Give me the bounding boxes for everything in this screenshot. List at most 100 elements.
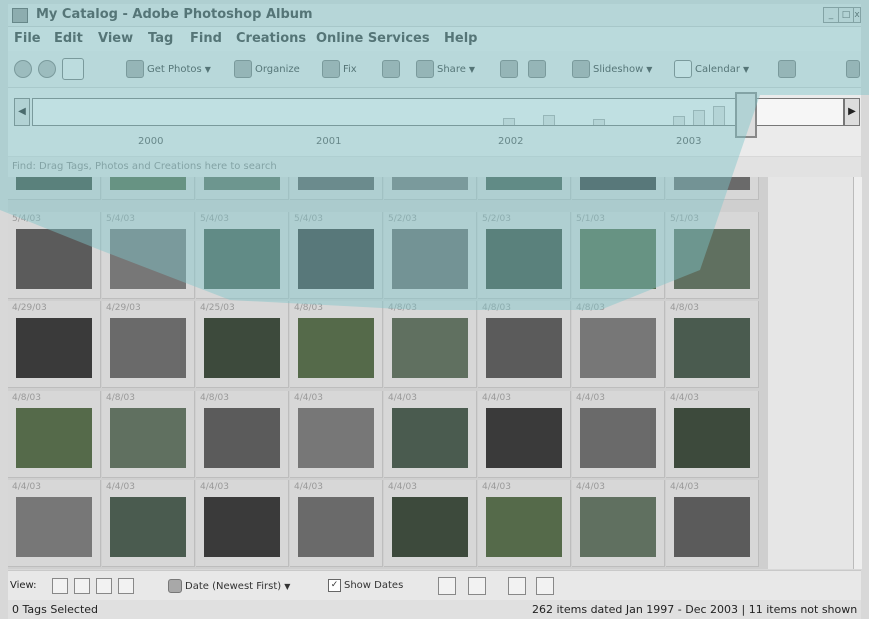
timeline-right-icon[interactable]: ▶	[844, 98, 860, 126]
photo-cell[interactable]: 4/29/03	[102, 301, 195, 388]
slideshow-button[interactable]: Slideshow ▼	[572, 60, 652, 78]
timeline-slider-handle[interactable]	[735, 92, 757, 138]
photo-cell[interactable]: 4/4/03	[102, 480, 195, 567]
share-button[interactable]: Share ▼	[416, 60, 475, 78]
print-preview-icon[interactable]	[500, 60, 518, 78]
menu-edit[interactable]: Edit	[54, 31, 83, 46]
view-large-thumbnails-icon[interactable]	[96, 578, 112, 594]
photo-cell[interactable]: 4/8/03	[572, 301, 665, 388]
photo-thumbnail[interactable]	[298, 229, 374, 289]
photo-thumbnail[interactable]	[298, 177, 374, 190]
sort-dropdown[interactable]: Date (Newest First) ▼	[168, 579, 290, 593]
menu-view[interactable]: View	[98, 31, 133, 46]
photo-cell[interactable]: 5/2/03	[384, 212, 477, 299]
find-bar[interactable]: Find: Drag Tags, Photos and Creations he…	[8, 157, 861, 177]
photo-cell[interactable]: 4/8/03	[196, 391, 289, 478]
photo-cell[interactable]: 4/4/03	[384, 480, 477, 567]
photo-cell[interactable]: 4/25/03	[196, 301, 289, 388]
photo-cell[interactable]	[478, 177, 571, 200]
menu-file[interactable]: File	[14, 31, 41, 46]
timeline-left-icon[interactable]: ◀	[14, 98, 30, 126]
photo-thumbnail[interactable]	[674, 497, 750, 557]
menu-creations[interactable]: Creations	[236, 31, 306, 46]
photo-cell[interactable]: 5/1/03	[666, 212, 759, 299]
photo-thumbnail[interactable]	[580, 229, 656, 289]
photo-thumbnail[interactable]	[16, 318, 92, 378]
photo-thumbnail[interactable]	[16, 229, 92, 289]
back-icon[interactable]	[14, 60, 32, 78]
menu-help[interactable]: Help	[444, 31, 477, 46]
photo-thumbnail[interactable]	[298, 318, 374, 378]
photo-cell[interactable]	[572, 177, 665, 200]
timeline[interactable]: ◀ ▶ 2000 2001 2002 2003	[8, 88, 861, 156]
photo-thumbnail[interactable]	[110, 408, 186, 468]
photo-cell[interactable]: 4/4/03	[478, 480, 571, 567]
fix-button[interactable]: Fix	[322, 60, 357, 78]
photo-thumbnail[interactable]	[580, 408, 656, 468]
photo-thumbnail[interactable]	[580, 497, 656, 557]
photo-thumbnail[interactable]	[580, 318, 656, 378]
photo-cell[interactable]	[666, 177, 759, 200]
photo-cell[interactable]: 4/29/03	[8, 301, 101, 388]
photo-thumbnail[interactable]	[16, 408, 92, 468]
photo-thumbnail[interactable]	[392, 177, 468, 190]
photo-cell[interactable]: 5/4/03	[8, 212, 101, 299]
photo-thumbnail[interactable]	[392, 408, 468, 468]
photo-thumbnail[interactable]	[392, 318, 468, 378]
menu-find[interactable]: Find	[190, 31, 222, 46]
photo-thumbnail[interactable]	[16, 177, 92, 190]
photo-cell[interactable]	[290, 177, 383, 200]
close-button[interactable]: x	[853, 7, 861, 23]
rotate-right-icon[interactable]	[468, 577, 486, 595]
view-small-thumbnails-icon[interactable]	[52, 578, 68, 594]
photo-cell[interactable]	[8, 177, 101, 200]
photo-thumbnail[interactable]	[674, 318, 750, 378]
photo-cell[interactable]: 4/4/03	[384, 391, 477, 478]
photo-cell[interactable]: 4/4/03	[572, 480, 665, 567]
photo-cell[interactable]: 4/8/03	[8, 391, 101, 478]
photo-cell[interactable]	[196, 177, 289, 200]
photo-thumbnail[interactable]	[204, 229, 280, 289]
photo-grid[interactable]: 5/4/03 5/4/03 5/4/03 5/4/03 5/2/03 5/2/03 5/1/…	[8, 177, 768, 569]
photo-cell[interactable]: 4/8/03	[384, 301, 477, 388]
photo-thumbnail[interactable]	[486, 497, 562, 557]
photo-thumbnail[interactable]	[674, 408, 750, 468]
photo-thumbnail[interactable]	[298, 408, 374, 468]
photo-cell[interactable]: 4/4/03	[290, 480, 383, 567]
photo-cell[interactable]: 4/8/03	[102, 391, 195, 478]
vertical-scrollbar[interactable]	[853, 177, 862, 569]
rotate-left-icon[interactable]	[438, 577, 456, 595]
photo-thumbnail[interactable]	[204, 318, 280, 378]
photo-cell[interactable]: 4/8/03	[666, 301, 759, 388]
photo-cell[interactable]: 5/4/03	[102, 212, 195, 299]
photo-thumbnail[interactable]	[486, 177, 562, 190]
photo-thumbnail[interactable]	[204, 497, 280, 557]
photo-cell[interactable]: 4/8/03	[478, 301, 571, 388]
calendar-button[interactable]: Calendar ▼	[674, 60, 749, 78]
photo-cell[interactable]: 4/4/03	[572, 391, 665, 478]
view-single-photo-icon[interactable]	[118, 578, 134, 594]
photo-cell[interactable]	[102, 177, 195, 200]
photo-thumbnail[interactable]	[486, 408, 562, 468]
photo-cell[interactable]: 5/1/03	[572, 212, 665, 299]
photo-cell[interactable]	[384, 177, 477, 200]
photo-cell[interactable]: 4/4/03	[290, 391, 383, 478]
version-set-icon[interactable]	[536, 577, 554, 595]
organize-button[interactable]: Organize	[234, 60, 300, 78]
maximize-button[interactable]: □	[838, 7, 854, 23]
get-photos-button[interactable]: Get Photos ▼	[126, 60, 211, 78]
photo-cell[interactable]: 4/8/03	[290, 301, 383, 388]
photo-thumbnail[interactable]	[204, 177, 280, 190]
minimize-button[interactable]: _	[823, 7, 839, 23]
photo-thumbnail[interactable]	[486, 318, 562, 378]
view-medium-thumbnails-icon[interactable]	[74, 578, 90, 594]
timeline-track[interactable]	[32, 98, 844, 126]
photo-cell[interactable]: 5/4/03	[196, 212, 289, 299]
photo-thumbnail[interactable]	[110, 229, 186, 289]
photo-thumbnail[interactable]	[580, 177, 656, 190]
properties-icon[interactable]	[778, 60, 796, 78]
photo-cell[interactable]: 4/4/03	[478, 391, 571, 478]
photo-thumbnail[interactable]	[392, 497, 468, 557]
photo-thumbnail[interactable]	[674, 229, 750, 289]
forward-icon[interactable]	[38, 60, 56, 78]
